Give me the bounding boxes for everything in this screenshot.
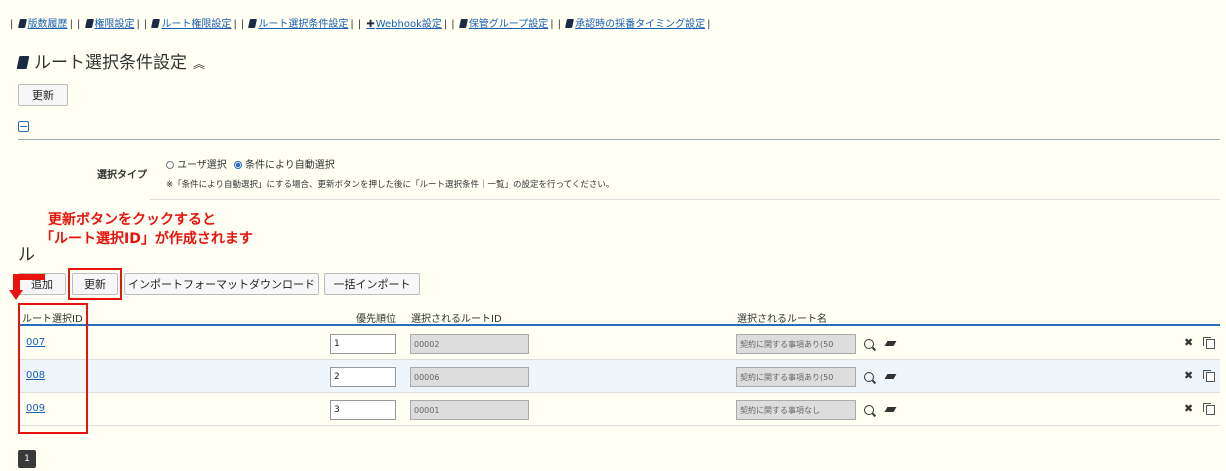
radio-user-select[interactable]: ユーザ選択 [166,160,227,171]
divider [18,139,1220,140]
radio-button[interactable] [166,161,174,169]
nav-link-webhook-settings[interactable]: ✚Webhook設定 [366,19,442,30]
priority-input[interactable] [330,367,396,387]
table-row: 009 ✖ [18,393,1220,426]
book-icon [17,19,27,28]
route-id-field [410,400,529,420]
column-header-route-name: 選択されるルート名 [737,314,827,325]
book-icon [565,19,575,28]
eraser-icon[interactable] [884,341,897,346]
bulk-import-button[interactable]: 一括インポート [324,273,420,295]
priority-input[interactable] [330,400,396,420]
section-title: ル [18,245,35,265]
selection-type-label: 選択タイプ [97,170,147,181]
book-icon [458,19,468,28]
book-icon [151,19,161,28]
table-row: 008 ✖ [18,360,1220,393]
page-title: ルート選択条件設定 ︽ [16,48,205,73]
delete-icon[interactable]: ✖ [1184,369,1193,382]
copy-icon[interactable] [1203,337,1215,349]
update-button[interactable]: 更新 [18,84,68,106]
highlight-box-id-column [18,303,88,434]
route-id-field [410,334,529,354]
radio-auto-select[interactable]: 条件により自動選択 [234,160,335,171]
nav-link-route-selection-settings[interactable]: ルート選択条件設定 [248,19,348,30]
nav-link-permission-settings[interactable]: 権限設定 [84,19,135,30]
delete-icon[interactable]: ✖ [1184,402,1193,415]
nav-link-storage-group-settings[interactable]: 保管グループ設定 [458,19,548,30]
column-header-priority: 優先順位 [356,314,396,325]
search-icon[interactable] [864,372,874,382]
eraser-icon[interactable] [884,374,897,379]
book-icon [84,19,94,28]
radio-button-selected[interactable] [234,161,242,169]
book-icon [16,56,30,69]
annotation-line-1: 更新ボタンをクックすると [48,212,216,228]
divider [150,199,1220,200]
annotation-arrow-head [9,290,23,300]
selection-type-note: ※「条件により自動選択」にする場合、更新ボタンを押した後に「ルート選択条件｜一覧… [166,180,615,190]
route-name-field [736,367,856,387]
copy-icon[interactable] [1203,370,1215,382]
search-icon[interactable] [864,405,874,415]
priority-input[interactable] [330,334,396,354]
eraser-icon[interactable] [884,407,897,412]
nav-link-version-history[interactable]: 版数履歴 [17,19,68,30]
book-icon [248,19,258,28]
nav-link-numbering-timing-settings[interactable]: 承認時の採番タイミング設定 [565,19,705,30]
download-format-button[interactable]: インポートフォーマットダウンロード [124,273,319,295]
highlight-box-update [68,268,122,300]
route-name-field [736,334,856,354]
table-header-divider [18,324,1220,326]
route-id-field [410,367,529,387]
plus-icon: ✚ [366,19,375,30]
annotation-line-2: 「ルート選択ID」が作成されます [40,231,253,247]
table-row: 007 ✖ [18,327,1220,360]
collapse-toggle-icon[interactable] [18,121,29,132]
search-icon[interactable] [864,339,874,349]
column-header-route-id: 選択されるルートID [411,314,502,325]
pagination-page-1[interactable]: 1 [18,450,36,468]
nav-link-route-permission-settings[interactable]: ルート権限設定 [151,19,231,30]
top-nav: | 版数履歴 | | 権限設定 | | ルート権限設定 | | ルート選択条件設定 | | ✚W… [10,19,711,30]
copy-icon[interactable] [1203,403,1215,415]
collapse-chevron-icon[interactable]: ︽ [193,57,205,71]
selection-type-radios: ユーザ選択 条件により自動選択 [166,156,335,171]
route-name-field [736,400,856,420]
delete-icon[interactable]: ✖ [1184,336,1193,349]
